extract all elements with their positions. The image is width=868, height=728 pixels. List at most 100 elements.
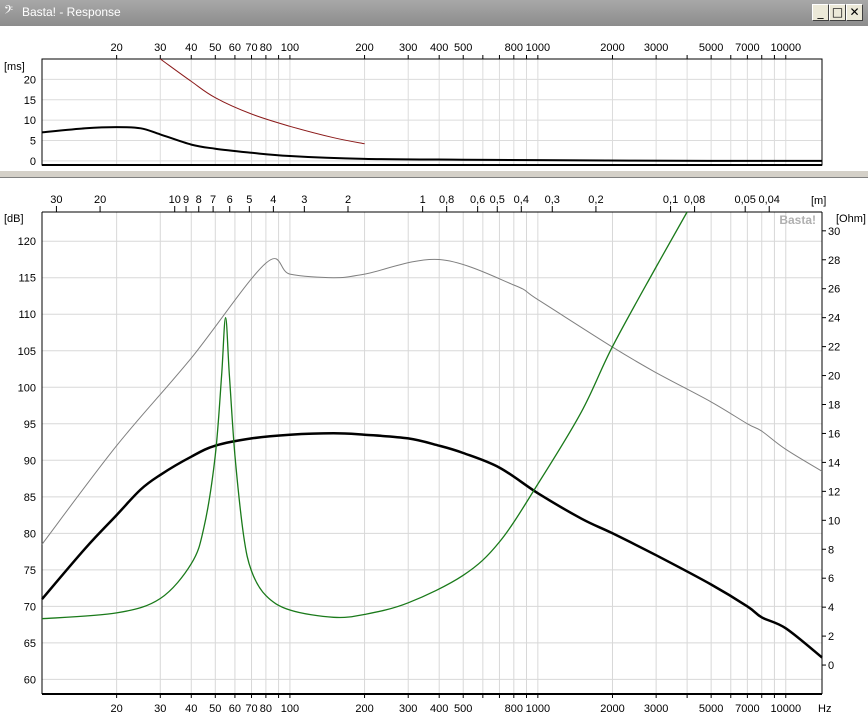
x-tick-label: 1000	[526, 42, 550, 54]
y2-tick-label: 12	[828, 486, 840, 498]
top-tick-label: 7	[210, 194, 216, 206]
y2-tick-label: 22	[828, 342, 840, 354]
y2-tick-label: 16	[828, 428, 840, 440]
y-tick-label: 20	[24, 74, 36, 86]
x-tick-label: 70	[245, 703, 257, 715]
y2-tick-label: 10	[828, 515, 840, 527]
y-tick-label: 70	[24, 601, 36, 613]
group-delay-chart: 0 5 10 15 20 20 30 40 50 60 70 80 100 200 300 400 500 800…	[4, 42, 823, 168]
y-tick-label: 105	[18, 346, 36, 358]
x-tick-label: 80	[260, 42, 272, 54]
y-tick-label: 15	[24, 95, 36, 107]
y-tick-label: 60	[24, 674, 36, 686]
plot-area	[42, 212, 822, 694]
x-axis-unit: Hz	[818, 703, 831, 715]
top-tick-label: 0,04	[759, 194, 780, 206]
top-tick-label: 0,4	[514, 194, 529, 206]
y2-tick-label: 14	[828, 457, 840, 469]
top-tick-label: 1	[420, 194, 426, 206]
top-tick-label: 0,05	[734, 194, 755, 206]
x-tick-label: 200	[355, 703, 373, 715]
x-tick-label: 10000	[770, 42, 801, 54]
x-tick-label: 500	[454, 703, 472, 715]
x-tick-label: 100	[281, 42, 299, 54]
bass-clef-icon: 𝄢	[4, 4, 14, 20]
top-tick-label: 0,1	[663, 194, 678, 206]
x-tick-label: 60	[229, 42, 241, 54]
top-tick-label: 2	[345, 194, 351, 206]
y2-axis-label: [Ohm]	[836, 213, 866, 225]
top-tick-label: 0,5	[490, 194, 505, 206]
x-tick-label: 40	[185, 703, 197, 715]
top-tick-label: 4	[270, 194, 276, 206]
y2-tick-label: 28	[828, 255, 840, 267]
y-tick-label: 110	[18, 309, 36, 321]
x-tick-label: 400	[430, 42, 448, 54]
y2-tick-label: 18	[828, 400, 840, 412]
top-tick-label: 0,08	[684, 194, 705, 206]
x-tick-label: 30	[154, 42, 166, 54]
title-bar[interactable]: 𝄢 Basta! - Response _ □ ✕	[0, 0, 868, 26]
top-tick-label: 0,3	[545, 194, 560, 206]
watermark: Basta!	[779, 213, 816, 227]
x-tick-label: 400	[430, 703, 448, 715]
x-tick-label: 80	[260, 703, 272, 715]
x-tick-label: 3000	[644, 703, 668, 715]
y2-tick-label: 26	[828, 284, 840, 296]
x-tick-label: 100	[281, 703, 299, 715]
y-axis-label: [dB]	[4, 213, 24, 225]
top-tick-label: 10	[169, 194, 181, 206]
top-tick-label: 9	[183, 194, 189, 206]
top-tick-label: 5	[246, 194, 252, 206]
minimize-button[interactable]: _	[812, 4, 829, 21]
y-tick-label: 75	[24, 565, 36, 577]
y-tick-label: 10	[24, 115, 36, 127]
top-tick-label: 3	[301, 194, 307, 206]
window-title: Basta! - Response	[22, 5, 121, 19]
x-tick-label: 20	[111, 42, 123, 54]
y2-tick-label: 6	[828, 573, 834, 585]
chart-divider[interactable]	[0, 170, 868, 178]
y-tick-label: 95	[24, 419, 36, 431]
x-tick-label: 5000	[699, 42, 723, 54]
x-tick-label: 5000	[699, 703, 723, 715]
x-tick-label: 70	[245, 42, 257, 54]
x-tick-label: 2000	[600, 703, 624, 715]
y2-tick-label: 30	[828, 226, 840, 238]
y-tick-label: 120	[18, 236, 36, 248]
y-tick-label: 90	[24, 455, 36, 467]
x-tick-label: 3000	[644, 42, 668, 54]
top-tick-label: 20	[94, 194, 106, 206]
maximize-button[interactable]: □	[829, 4, 846, 21]
top-tick-label: 6	[227, 194, 233, 206]
x-tick-label: 7000	[735, 42, 759, 54]
x-tick-label: 10000	[770, 703, 801, 715]
x-tick-label: 50	[209, 703, 221, 715]
x-tick-label: 1000	[526, 703, 550, 715]
x-tick-label: 300	[399, 42, 417, 54]
y-tick-label: 85	[24, 492, 36, 504]
frequency-response-chart: 6065707580859095100105110115120024681012…	[4, 194, 866, 715]
x-tick-label: 300	[399, 703, 417, 715]
x-tick-label: 2000	[600, 42, 624, 54]
x-tick-label: 500	[454, 42, 472, 54]
x-tick-label: 200	[355, 42, 373, 54]
y-tick-label: 5	[30, 136, 36, 148]
top-tick-label: 0,6	[470, 194, 485, 206]
y-tick-label: 115	[18, 273, 36, 285]
y2-tick-label: 24	[828, 313, 840, 325]
close-button[interactable]: ✕	[846, 4, 863, 21]
top-tick-label: 8	[196, 194, 202, 206]
y-tick-label: 0	[30, 156, 36, 168]
y2-tick-label: 2	[828, 631, 834, 643]
y2-tick-label: 8	[828, 544, 834, 556]
y-tick-label: 100	[18, 382, 36, 394]
x-tick-label: 800	[505, 703, 523, 715]
x-tick-label: 30	[154, 703, 166, 715]
y2-tick-label: 0	[828, 660, 834, 672]
x-tick-label: 7000	[735, 703, 759, 715]
top-axis-unit: [m]	[811, 195, 826, 207]
response-window: 𝄢 Basta! - Response _ □ ✕ 0 5 10 15 20 20 30 40…	[0, 0, 868, 728]
y2-tick-label: 4	[828, 602, 834, 614]
x-tick-label: 50	[209, 42, 221, 54]
